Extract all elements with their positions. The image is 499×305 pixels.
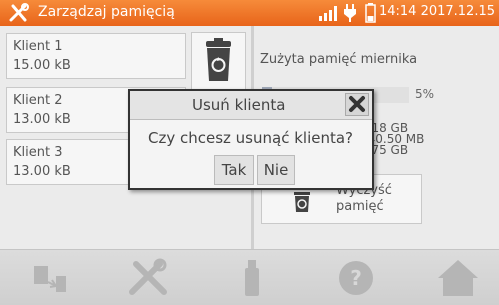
tools-icon [9,3,29,22]
plug-icon [344,4,356,22]
close-icon [349,96,365,112]
memory-usage-percent: 5% [415,87,435,101]
memory-title: Zużyta pamięć miernika [260,52,418,67]
trash-icon [294,192,310,212]
memory-transfer-button[interactable] [22,256,82,300]
no-button[interactable]: Nie [257,155,295,185]
settings-tools-icon [129,258,167,295]
datetime-label: 14:14 2017.12.15 [378,4,495,19]
help-button[interactable]: ? [326,256,386,300]
svg-text:?: ? [350,266,362,290]
client-item-1[interactable]: Klient 1 15.00 kB [6,33,186,79]
memory-transfer-icon [34,266,66,292]
yes-button[interactable]: Tak [214,155,254,185]
home-icon [438,260,478,296]
status-bar: Zarządzaj pamięcią 14:14 2017.12.15 [0,0,499,26]
dialog-message: Czy chcesz usunąć klienta? [148,129,354,147]
client-name: Klient 1 [13,39,63,54]
signal-icon [319,6,337,21]
client-size: 15.00 kB [13,58,71,73]
home-button[interactable] [428,256,488,300]
bottom-toolbar: ? [0,249,499,305]
help-icon: ? [339,261,373,295]
usb-button[interactable] [222,256,282,300]
settings-button[interactable] [118,256,178,300]
usb-icon [245,260,259,296]
trash-icon [206,38,231,81]
screen-title: Zarządzaj pamięcią [38,4,175,20]
delete-client-button[interactable] [191,32,246,92]
clear-memory-label-2: pamięć [336,199,384,214]
delete-client-dialog: Usuń klienta Czy chcesz usunąć klienta? … [128,89,374,190]
dialog-title: Usuń klienta [192,96,286,114]
dialog-titlebar: Usuń klienta [130,91,372,120]
battery-icon [365,3,376,23]
dialog-close-button[interactable] [345,93,369,116]
